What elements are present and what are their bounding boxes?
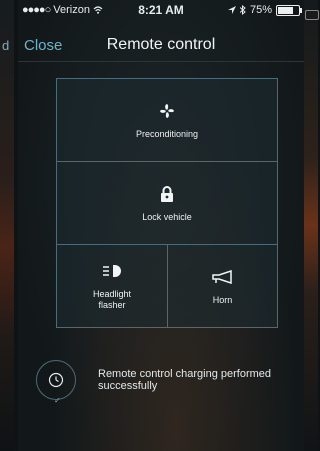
horn-icon <box>211 267 235 287</box>
lock-icon <box>160 184 174 204</box>
status-bar: ●●●●○ Verizon 8:21 AM 75% <box>18 0 304 20</box>
next-screen-edge <box>304 0 319 451</box>
remote-control-screen: ●●●●○ Verizon 8:21 AM 75% Close Remote c… <box>18 0 304 451</box>
brand-icon <box>305 10 319 20</box>
check-icon: ✓ <box>54 396 61 405</box>
headlight-flasher-label: Headlight flasher <box>92 289 132 310</box>
location-icon <box>227 6 236 14</box>
status-right: 75% <box>227 4 302 16</box>
bluetooth-icon <box>239 5 246 15</box>
preconditioning-label: Preconditioning <box>135 128 199 139</box>
battery-fill <box>278 6 293 14</box>
previous-screen-edge: d <box>0 0 14 451</box>
horn-button[interactable]: Horn <box>168 245 277 327</box>
headlight-flasher-button[interactable]: Headlight flasher <box>57 245 168 327</box>
battery-percent: 75% <box>249 4 272 16</box>
clock-icon <box>48 372 64 388</box>
horn-label: Horn <box>212 294 233 305</box>
lock-vehicle-button[interactable]: Lock vehicle <box>57 162 277 245</box>
notification-badge <box>36 360 76 400</box>
lock-vehicle-label: Lock vehicle <box>142 211 192 222</box>
battery-icon <box>276 4 302 16</box>
nav-divider <box>18 61 304 62</box>
headlight-icon <box>102 261 122 281</box>
preconditioning-button[interactable]: Preconditioning <box>57 79 277 162</box>
charging-notification: ✓ Remote control charging performed succ… <box>36 360 296 406</box>
page-title: Remote control <box>106 36 216 53</box>
fan-icon <box>158 101 176 121</box>
remote-actions-grid: Preconditioning Lock vehicle Headlight f… <box>56 78 278 328</box>
previous-screen-partial-label: d <box>2 38 10 53</box>
notification-message: Remote control charging performed succes… <box>98 368 272 392</box>
nav-bar: Close Remote control <box>18 28 304 62</box>
